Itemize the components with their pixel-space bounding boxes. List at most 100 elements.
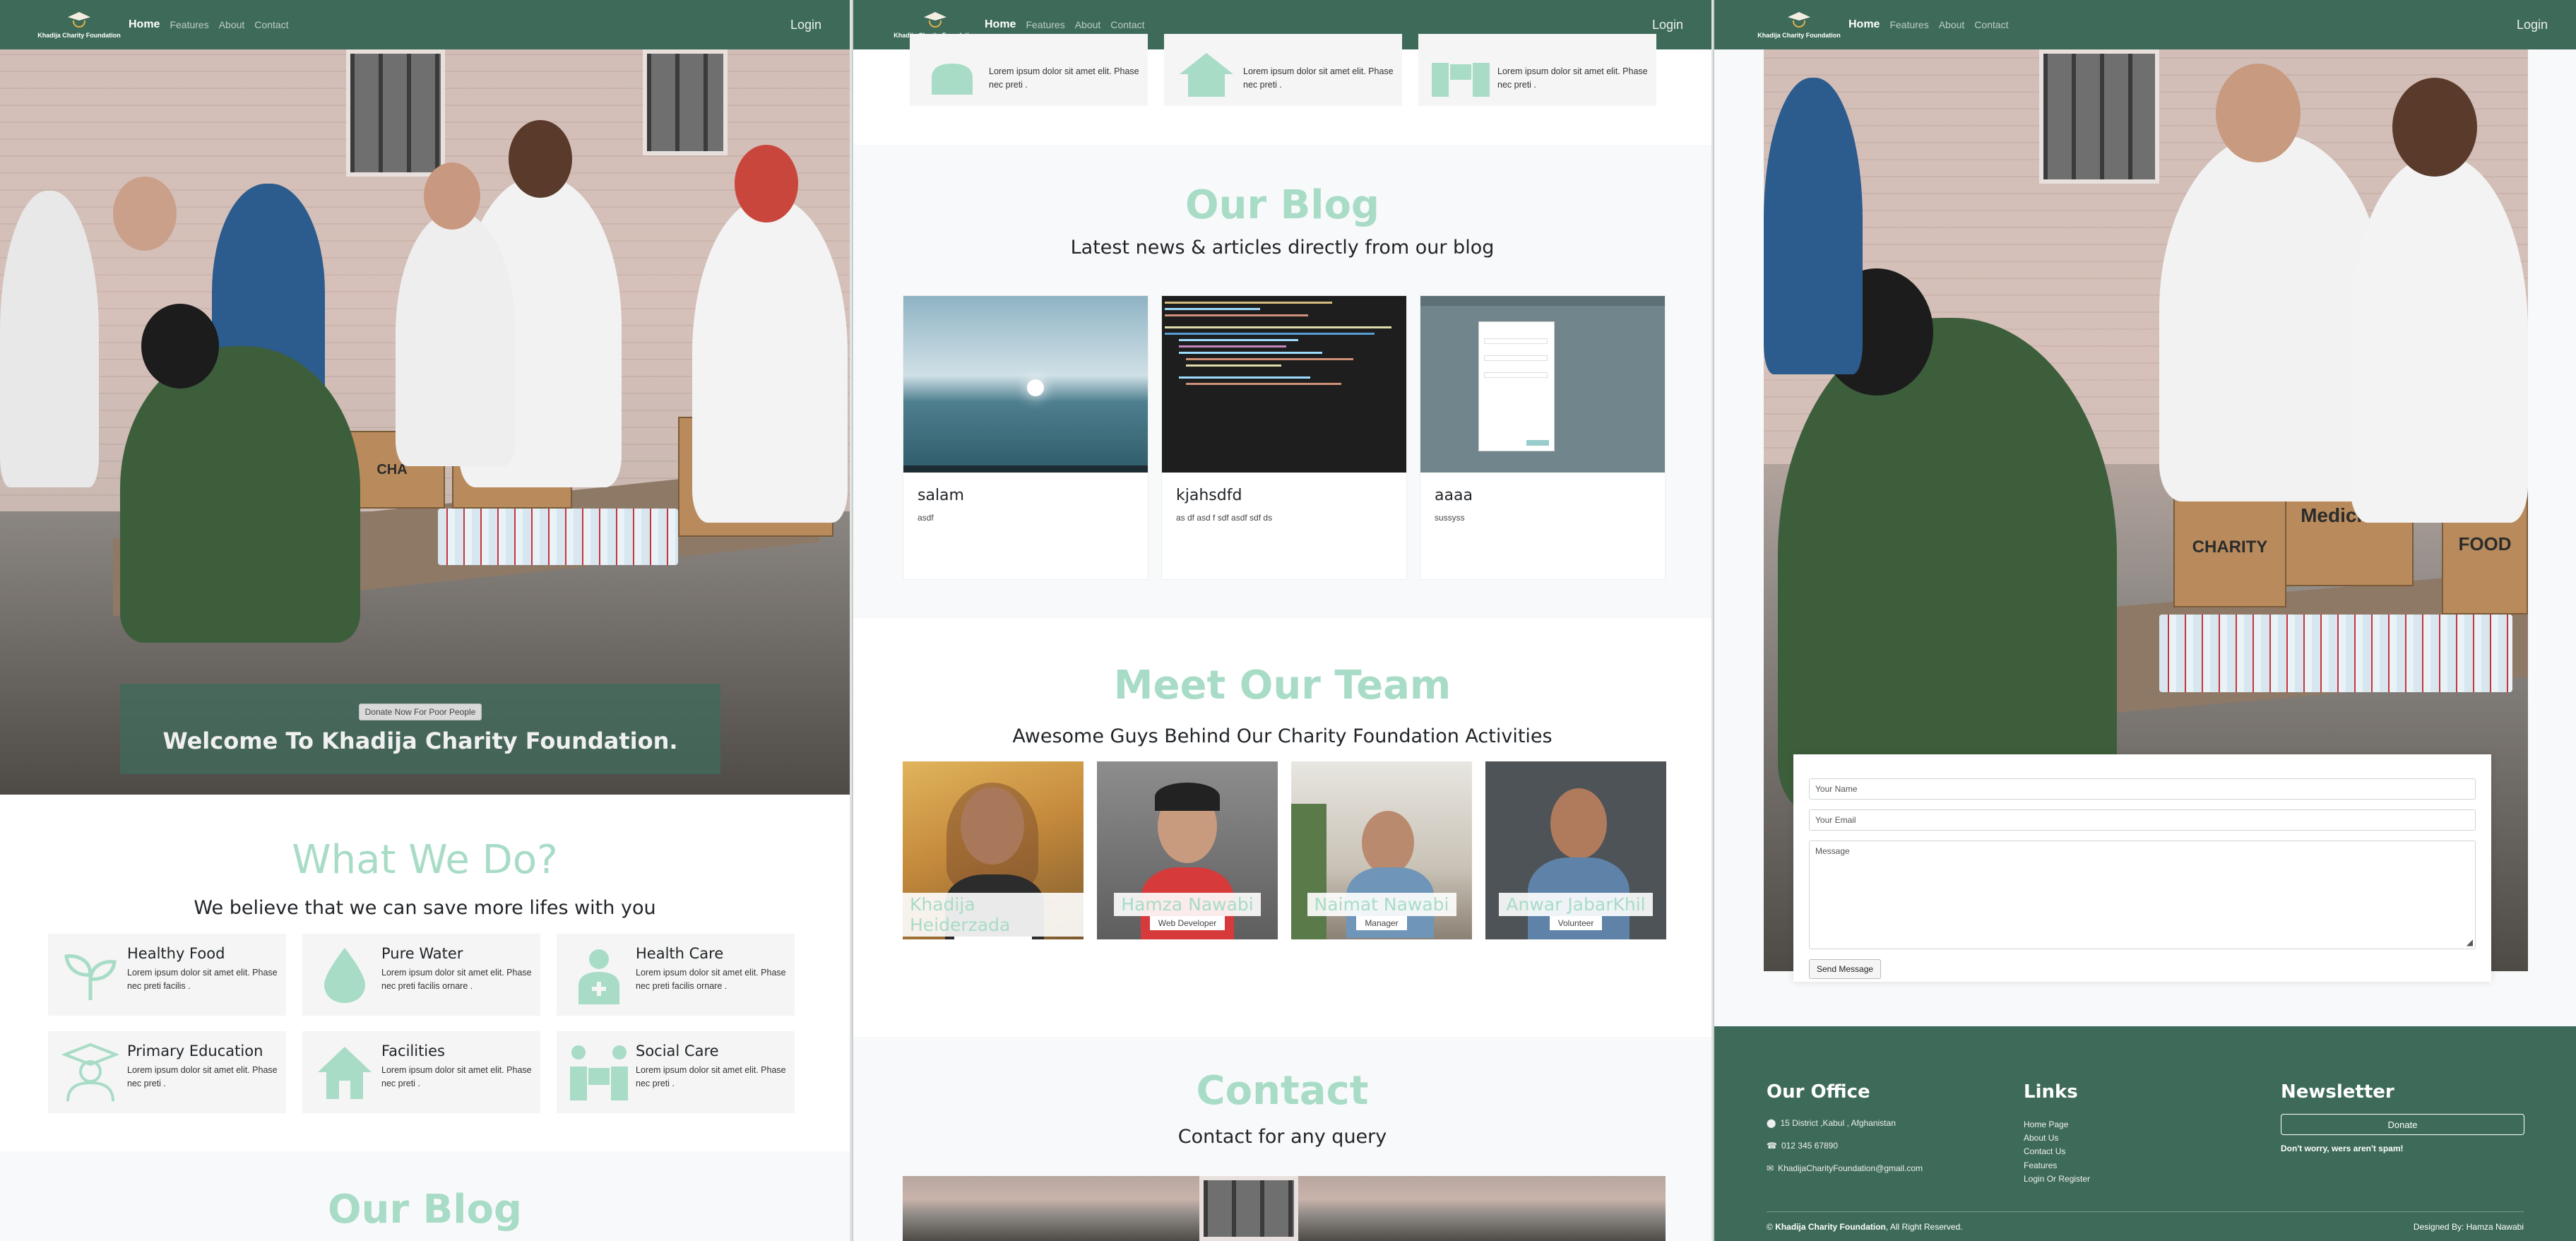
nav-about[interactable]: About [1075, 19, 1101, 30]
brand-name: Khadija Charity Foundation [1757, 32, 1841, 39]
resize-handle-icon[interactable]: ◢ [2467, 937, 2473, 947]
blog-post-text: asdf [918, 513, 934, 523]
blog-title: Our Blog [1185, 182, 1380, 228]
house-icon [1174, 42, 1239, 107]
envelope-icon: ✉ [1767, 1163, 1774, 1173]
footer-links: Links Home Page About Us Contact Us Feat… [2024, 1081, 2090, 1186]
hero-title: Welcome To Khadija Charity Foundation. [162, 728, 678, 754]
blog-post-title[interactable]: salam [918, 487, 1148, 504]
graduate-icon [58, 1040, 123, 1105]
blog-title: Our Blog [327, 1187, 523, 1233]
nav-contact[interactable]: Contact [1110, 19, 1144, 30]
member-name: Anwar JabarKhil [1499, 893, 1653, 916]
home-page-panel: Khadija Charity Foundation Home Features… [0, 0, 850, 1241]
login-link[interactable]: Login [1652, 18, 1683, 32]
footer-bottom: © Khadija Charity Foundation, All Right … [1767, 1211, 2524, 1232]
service-title: Health Care [636, 945, 724, 962]
nav-home[interactable]: Home [129, 18, 160, 31]
contact-page-panel: Khadija Charity Foundation Home Features… [1713, 0, 2576, 1241]
copyright-text: , All Right Reserved. [1885, 1222, 1963, 1232]
send-message-button[interactable]: Send Message [1809, 959, 1882, 979]
newsletter-note: Don't worry, wers aren't spam! [2281, 1144, 2404, 1153]
nav-features[interactable]: Features [1026, 19, 1064, 30]
member-name: Khadija Heiderzada [903, 893, 1084, 937]
service-card: Lorem ipsum dolor sit amet elit. Phase n… [1418, 34, 1656, 106]
graduation-cap-icon [920, 11, 951, 30]
team-member-card: Anwar JabarKhil Volunteer [1485, 761, 1666, 939]
copyright-brand[interactable]: Khadija Charity Foundation [1775, 1222, 1886, 1232]
nav-about[interactable]: About [219, 19, 245, 30]
health-care-icon [920, 42, 985, 107]
footer: Our Office ⬤ 15 District ,Kabul , Afghani… [1714, 1026, 2576, 1241]
nav-contact[interactable]: Contact [1974, 19, 2008, 30]
nav-contact[interactable]: Contact [254, 19, 288, 30]
donate-button[interactable]: Donate [2281, 1114, 2524, 1135]
map-marker-icon: ⬤ [1767, 1118, 1776, 1128]
message-textarea[interactable]: Message ◢ [1809, 841, 2476, 949]
footer-link-contact[interactable]: Contact Us [2024, 1145, 2090, 1158]
service-text: Lorem ipsum dolor sit amet elit. Phase n… [381, 1065, 532, 1089]
footer-link-about[interactable]: About Us [2024, 1132, 2090, 1145]
nav-features[interactable]: Features [1889, 19, 1928, 30]
team-member-card: Khadija HeiderzadaCEO & Founder [903, 761, 1084, 939]
hero-carousel-image: FOOD AID CHA [0, 49, 850, 795]
member-role: Web Developer [1149, 916, 1225, 930]
footer-link-home[interactable]: Home Page [2024, 1118, 2090, 1132]
nav-home[interactable]: Home [1848, 18, 1880, 31]
footer-office-title: Our Office [1767, 1081, 1870, 1103]
blog-post-title[interactable]: kjahsdfd [1176, 487, 1406, 504]
service-text: Lorem ipsum dolor sit amet elit. Phase n… [636, 968, 786, 992]
member-name: Hamza Nawabi [1114, 893, 1261, 916]
what-we-do-title: What We Do? [292, 837, 558, 883]
service-card: Facilities Lorem ipsum dolor sit amet eli… [302, 1031, 540, 1113]
designed-by-label: Designed By [2413, 1222, 2462, 1232]
navbar: Khadija Charity Foundation Home Features… [0, 0, 850, 49]
nav-features[interactable]: Features [170, 19, 208, 30]
member-role: Manager [1356, 916, 1407, 930]
blog-card[interactable]: aaaa sussyss [1420, 295, 1666, 580]
blog-image-lake [903, 296, 1148, 473]
service-text: Lorem ipsum dolor sit amet elit. Phase n… [989, 66, 1139, 90]
phone-icon: ☎ [1767, 1141, 1777, 1151]
hero-caption: Donate Now For Poor People Welcome To Kh… [120, 684, 720, 774]
footer-link-features[interactable]: Features [2024, 1159, 2090, 1172]
service-text: Lorem ipsum dolor sit amet elit. Phase n… [1243, 66, 1394, 90]
service-card: Healthy Food Lorem ipsum dolor sit amet e… [48, 934, 286, 1016]
blog-image-code [1162, 296, 1406, 473]
health-care-icon [566, 942, 631, 1007]
brand-name: Khadija Charity Foundation [37, 32, 121, 39]
service-title: Healthy Food [127, 945, 225, 962]
social-care-icon [566, 1040, 631, 1105]
footer-link-login[interactable]: Login Or Register [2024, 1172, 2090, 1186]
service-card: Primary Education Lorem ipsum dolor sit a… [48, 1031, 286, 1113]
login-link[interactable]: Login [2517, 18, 2548, 32]
brand-logo[interactable]: Khadija Charity Foundation [1757, 11, 1841, 39]
designer-link[interactable]: Hamza Nawabi [2467, 1222, 2524, 1232]
service-card: Social Care Lorem ipsum dolor sit amet el… [557, 1031, 795, 1113]
sprout-icon [58, 942, 123, 1007]
service-text: Lorem ipsum dolor sit amet elit. Phase n… [1497, 66, 1648, 90]
nav-home[interactable]: Home [985, 18, 1016, 31]
service-card: Health Care Lorem ipsum dolor sit amet el… [557, 934, 795, 1016]
blog-post-text: as df asd f sdf asdf sdf ds [1176, 513, 1273, 523]
contact-form: Your Name Your Email Message ◢ Send Mess… [1793, 754, 2491, 982]
brand-logo[interactable]: Khadija Charity Foundation [37, 11, 121, 39]
donate-now-button[interactable]: Donate Now For Poor People [358, 703, 482, 720]
blog-post-title[interactable]: aaaa [1435, 487, 1665, 504]
service-text: Lorem ipsum dolor sit amet elit. Phase n… [127, 968, 278, 992]
contact-subtitle: Contact for any query [1177, 1126, 1387, 1148]
member-role: CEO & Founder [954, 937, 1032, 939]
nav-about[interactable]: About [1939, 19, 1965, 30]
blog-card[interactable]: kjahsdfd as df asd f sdf asdf sdf ds [1161, 295, 1407, 580]
footer-newsletter: Newsletter Donate Don't worry, wers aren… [2281, 1081, 2524, 1153]
login-link[interactable]: Login [790, 18, 821, 32]
email-input[interactable]: Your Email [1809, 809, 2476, 831]
name-input[interactable]: Your Name [1809, 778, 2476, 800]
blog-card[interactable]: salam asdf [903, 295, 1148, 580]
member-name: Naimat Nawabi [1307, 893, 1456, 916]
footer-email[interactable]: KhadijaCharityFoundation@gmail.com [1778, 1163, 1923, 1173]
copyright-icon: © [1767, 1222, 1773, 1232]
graduation-cap-icon [64, 11, 95, 30]
service-title: Social Care [636, 1043, 719, 1059]
house-icon [312, 1040, 377, 1105]
